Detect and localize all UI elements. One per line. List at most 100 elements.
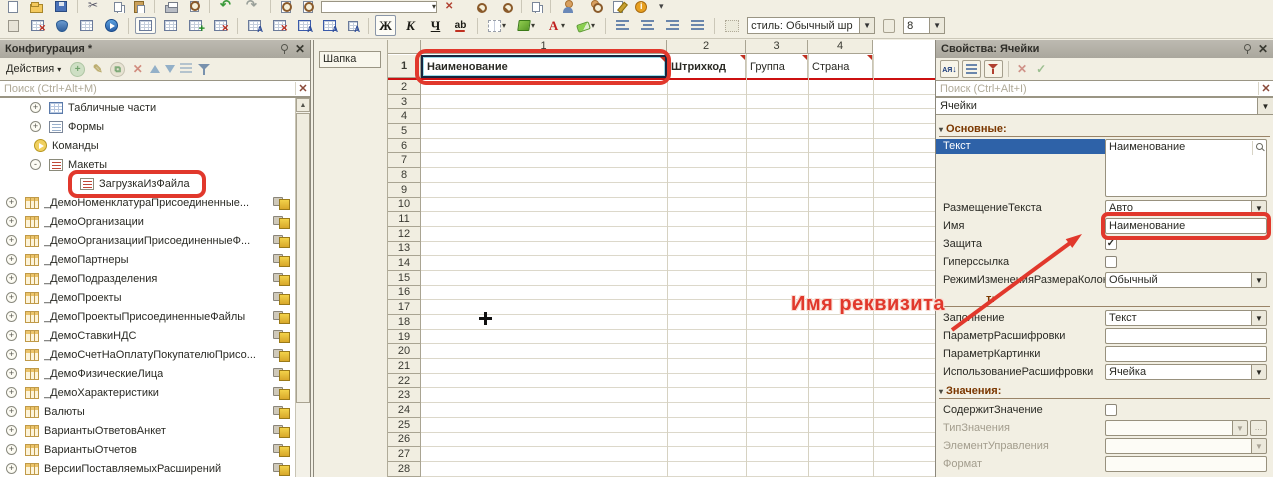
show-important-button[interactable] <box>984 60 1003 78</box>
expand-icon[interactable]: + <box>6 254 17 265</box>
empty-row[interactable] <box>421 374 935 389</box>
row-header[interactable]: 28 <box>388 462 421 477</box>
named-cell-icon[interactable] <box>244 17 265 34</box>
chevron-down-icon[interactable]: ▼ <box>1252 272 1267 288</box>
column-header[interactable]: 2 <box>667 40 746 54</box>
tree-item[interactable]: +_ДемоОрганизацииПрисоединенныеФ... <box>0 231 310 250</box>
tree-item[interactable]: +Валюты <box>0 402 310 421</box>
tree-item[interactable]: +_ДемоСчетНаОплатуПокупателюПрисо... <box>0 345 310 364</box>
chevron-down-icon[interactable]: ▼ <box>1252 200 1267 216</box>
copy-item-icon[interactable]: ⧉ <box>110 62 125 77</box>
chevron-down-icon[interactable]: ▼ <box>1233 420 1248 436</box>
empty-row[interactable] <box>421 315 935 330</box>
scroll-up-icon[interactable]: ▲ <box>296 98 310 112</box>
row-header[interactable]: 10 <box>388 198 421 213</box>
row-header[interactable]: 20 <box>388 344 421 359</box>
find-in-document-icon[interactable] <box>299 0 317 13</box>
property-value-input[interactable]: Текст <box>1105 310 1252 326</box>
properties-search[interactable]: Поиск (Ctrl+Alt+I) ✕ <box>936 80 1273 97</box>
expand-icon[interactable]: + <box>6 425 17 436</box>
empty-row[interactable] <box>421 124 935 139</box>
ellipsis-button[interactable]: ... <box>1250 420 1267 436</box>
row-header[interactable]: 18 <box>388 315 421 330</box>
align-justify-icon[interactable] <box>687 17 708 34</box>
property-value-input[interactable] <box>1105 328 1267 344</box>
row-header[interactable]: 24 <box>388 403 421 418</box>
expand-icon[interactable]: + <box>6 235 17 246</box>
chevron-down-icon[interactable]: ▼ <box>1252 310 1267 326</box>
empty-row[interactable] <box>421 271 935 286</box>
copy-icon[interactable] <box>110 0 126 13</box>
empty-row[interactable] <box>421 344 935 359</box>
chevron-down-icon[interactable]: ▼ <box>859 18 874 33</box>
tree-scrollbar[interactable]: ▲ <box>295 98 310 477</box>
property-value-input[interactable]: Наименование <box>1105 218 1267 234</box>
chevron-down-icon[interactable]: ▾ <box>591 21 595 30</box>
expand-icon[interactable]: + <box>6 368 17 379</box>
tree-item[interactable]: +_ДемоСтавкиНДС <box>0 326 310 345</box>
zoom-in-icon[interactable] <box>467 0 489 13</box>
corner-cell[interactable] <box>388 40 421 54</box>
property-value-input[interactable]: Ячейка <box>1105 364 1252 380</box>
table-icon[interactable] <box>76 17 97 34</box>
empty-row[interactable] <box>421 80 935 95</box>
scrollbar-thumb[interactable] <box>296 113 310 403</box>
actions-caret-icon[interactable]: ▾ <box>57 65 61 74</box>
row-header[interactable]: 2 <box>388 80 421 95</box>
cancel-edit-icon[interactable]: ✕ <box>1014 62 1030 76</box>
tree-item[interactable]: +_ДемоХарактеристики <box>0 383 310 402</box>
empty-row[interactable] <box>421 359 935 374</box>
database-icon[interactable] <box>52 17 72 35</box>
paste-icon[interactable] <box>130 0 148 13</box>
property-value-input[interactable] <box>1105 438 1252 454</box>
empty-row[interactable] <box>421 256 935 271</box>
row-header[interactable]: 19 <box>388 330 421 345</box>
tree-item[interactable]: +_ДемоПроекты <box>0 288 310 307</box>
tree-item[interactable]: +_ДемоОрганизации <box>0 212 310 231</box>
show-categories-button[interactable] <box>962 60 981 78</box>
expand-icon[interactable]: + <box>30 102 41 113</box>
property-value-input[interactable]: Авто <box>1105 200 1252 216</box>
row-header[interactable]: 26 <box>388 433 421 448</box>
grid-delete-icon[interactable] <box>27 17 48 34</box>
tree-item[interactable]: +_ДемоНоменклатураПрисоединенные... <box>0 193 310 212</box>
cut-icon[interactable] <box>84 0 106 13</box>
row-header[interactable]: 8 <box>388 168 421 183</box>
row-header[interactable]: 15 <box>388 271 421 286</box>
delete-row-icon[interactable] <box>210 17 231 34</box>
tree-item[interactable]: +ВариантыОтветовАнкет <box>0 421 310 440</box>
expand-icon[interactable]: + <box>30 121 41 132</box>
user-search-icon[interactable] <box>583 0 605 13</box>
expand-icon[interactable]: + <box>6 406 17 417</box>
row-header[interactable]: 25 <box>388 418 421 433</box>
open-icon[interactable] <box>26 0 47 13</box>
expand-icon[interactable]: + <box>6 330 17 341</box>
align-center-icon[interactable] <box>637 17 658 34</box>
checkbox[interactable] <box>1105 256 1117 268</box>
add-icon[interactable]: + <box>70 62 85 77</box>
run-icon[interactable] <box>101 16 122 35</box>
expand-icon[interactable]: + <box>6 273 17 284</box>
empty-row[interactable] <box>421 418 935 433</box>
align-left-icon[interactable] <box>612 17 633 34</box>
template-cell[interactable]: Наименование <box>421 55 667 78</box>
chevron-down-icon[interactable]: ▾ <box>432 2 436 11</box>
close-icon[interactable]: ✕ <box>1258 43 1268 55</box>
show-headers-icon[interactable] <box>135 17 156 34</box>
tree-item[interactable]: +ВариантыОтчетов <box>0 440 310 459</box>
empty-row[interactable] <box>421 109 935 124</box>
fill-color-icon[interactable]: ▾ <box>514 17 539 34</box>
empty-row[interactable] <box>421 168 935 183</box>
expand-icon[interactable]: + <box>6 197 17 208</box>
move-down-icon[interactable] <box>165 65 175 73</box>
column-header[interactable]: 3 <box>746 40 808 54</box>
object-selector[interactable]: Ячейки ▼ <box>936 97 1273 115</box>
info-icon[interactable] <box>631 0 651 13</box>
tree-item[interactable]: +_ДемоФизическиеЛица <box>0 364 310 383</box>
checkbox[interactable]: ✓ <box>1105 238 1117 250</box>
expand-icon[interactable]: + <box>6 444 17 455</box>
row-header[interactable]: 27 <box>388 447 421 462</box>
empty-row[interactable] <box>421 433 935 448</box>
undo-icon[interactable] <box>216 0 238 13</box>
column-header[interactable]: 4 <box>808 40 873 54</box>
